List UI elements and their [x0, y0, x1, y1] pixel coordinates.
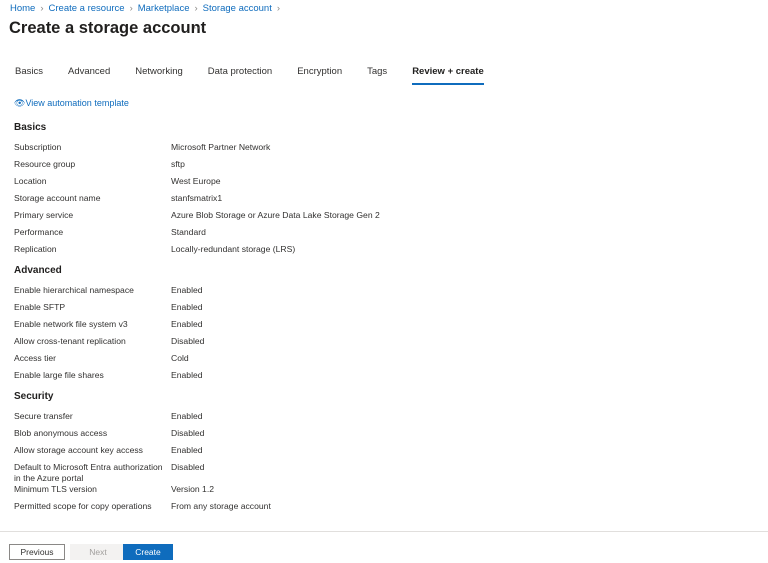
section-basics: Basics Subscription Microsoft Partner Netw…	[0, 122, 768, 261]
row-value: Version 1.2	[171, 484, 214, 494]
row-label: Enable SFTP	[14, 302, 66, 312]
row-label: Permitted scope for copy operations	[14, 501, 152, 511]
view-automation-template-link[interactable]: 👁︎View automation template	[14, 98, 129, 109]
footer-bar: Previous Next Create	[0, 531, 768, 563]
chevron-right-icon: ›	[194, 3, 198, 14]
summary-row: Allow storage account key access Enabled	[14, 445, 768, 462]
row-value: Standard	[171, 227, 206, 237]
section-heading: Security	[14, 391, 54, 402]
summary-row: Secure transfer Enabled	[14, 411, 768, 428]
row-value: Enabled	[171, 302, 203, 312]
summary-row: Primary service Azure Blob Storage or Azu…	[14, 210, 768, 227]
row-value: Locally-redundant storage (LRS)	[171, 244, 296, 254]
row-value: Disabled	[171, 336, 205, 346]
tab-advanced[interactable]: Advanced	[68, 66, 110, 85]
row-value: Enabled	[171, 319, 203, 329]
row-value: Enabled	[171, 285, 203, 295]
summary-row: Allow cross-tenant replication Disabled	[14, 336, 768, 353]
summary-row: Access tier Cold	[14, 353, 768, 370]
summary-row: Permitted scope for copy operations From …	[14, 501, 768, 518]
tab-networking[interactable]: Networking	[135, 66, 183, 85]
create-button[interactable]: Create	[123, 544, 173, 560]
row-label: Enable large file shares	[14, 370, 104, 380]
summary-row: Location West Europe	[14, 176, 768, 193]
tab-basics[interactable]: Basics	[15, 66, 43, 85]
summary-row: Default to Microsoft Entra authorization…	[14, 462, 768, 484]
summary-row: Storage account name stanfsmatrix1	[14, 193, 768, 210]
tab-bar: Basics Advanced Networking Data protection E…	[15, 66, 509, 85]
summary-row: Subscription Microsoft Partner Network	[14, 142, 768, 159]
tab-data-protection[interactable]: Data protection	[208, 66, 272, 85]
tab-tags[interactable]: Tags	[367, 66, 387, 85]
summary-row: Blob anonymous access Disabled	[14, 428, 768, 445]
row-label: Resource group	[14, 159, 76, 169]
row-value: West Europe	[171, 176, 221, 186]
tab-review-create[interactable]: Review + create	[412, 66, 484, 85]
row-value: Cold	[171, 353, 189, 363]
row-label: Access tier	[14, 353, 57, 363]
row-value: Enabled	[171, 411, 203, 421]
row-label: Location	[14, 176, 47, 186]
row-label: Storage account name	[14, 193, 101, 203]
section-advanced: Advanced Enable hierarchical namespace Ena…	[0, 265, 768, 387]
summary-row: Enable large file shares Enabled	[14, 370, 768, 387]
summary-row: Performance Standard	[14, 227, 768, 244]
row-value: Microsoft Partner Network	[171, 142, 271, 152]
summary-row: Enable hierarchical namespace Enabled	[14, 285, 768, 302]
row-value: sftp	[171, 159, 185, 169]
chevron-right-icon: ›	[129, 3, 133, 14]
chevron-right-icon: ›	[40, 3, 44, 14]
previous-button[interactable]: Previous	[9, 544, 65, 560]
row-label: Enable hierarchical namespace	[14, 285, 134, 295]
summary-row: Minimum TLS version Version 1.2	[14, 484, 768, 501]
row-label: Blob anonymous access	[14, 428, 108, 438]
more-options-button[interactable]: ···	[193, 22, 204, 34]
section-heading: Advanced	[14, 265, 62, 276]
row-value: Enabled	[171, 370, 203, 380]
tab-encryption[interactable]: Encryption	[297, 66, 342, 85]
summary-row: Replication Locally-redundant storage (LR…	[14, 244, 768, 261]
row-value: Azure Blob Storage or Azure Data Lake St…	[171, 210, 380, 220]
row-label: Subscription	[14, 142, 62, 152]
row-label: Secure transfer	[14, 411, 73, 421]
row-label: Default to Microsoft Entra authorization…	[14, 462, 163, 483]
section-heading: Basics	[14, 122, 47, 133]
row-value: Disabled	[171, 428, 205, 438]
summary-row: Enable SFTP Enabled	[14, 302, 768, 319]
breadcrumb-link[interactable]: Storage account	[203, 3, 272, 14]
section-security: Security Secure transfer Enabled Blob anony…	[0, 391, 768, 518]
row-label: Primary service	[14, 210, 74, 220]
row-value: From any storage account	[171, 501, 271, 511]
review-summary: Basics Subscription Microsoft Partner Netw…	[0, 118, 768, 531]
breadcrumb: Home › Create a resource › Marketplace › Stora…	[10, 3, 285, 14]
eye-icon: 👁︎	[14, 98, 26, 108]
row-value: stanfsmatrix1	[171, 193, 223, 203]
summary-row: Enable network file system v3 Enabled	[14, 319, 768, 336]
row-value: Enabled	[171, 445, 203, 455]
automation-link-label: View automation template	[25, 98, 129, 108]
breadcrumb-link[interactable]: Home	[10, 3, 35, 14]
page-title: Create a storage account	[9, 19, 207, 37]
chevron-right-icon: ›	[276, 3, 281, 14]
next-button[interactable]: Next	[70, 544, 126, 560]
row-value: Disabled	[171, 462, 205, 472]
row-label: Enable network file system v3	[14, 319, 128, 329]
row-label: Minimum TLS version	[14, 484, 97, 494]
row-label: Performance	[14, 227, 64, 237]
breadcrumb-link[interactable]: Create a resource	[49, 3, 125, 14]
row-label: Allow cross-tenant replication	[14, 336, 126, 346]
summary-row: Resource group sftp	[14, 159, 768, 176]
row-label: Replication	[14, 244, 57, 254]
breadcrumb-link[interactable]: Marketplace	[138, 3, 190, 14]
row-label: Allow storage account key access	[14, 445, 143, 455]
